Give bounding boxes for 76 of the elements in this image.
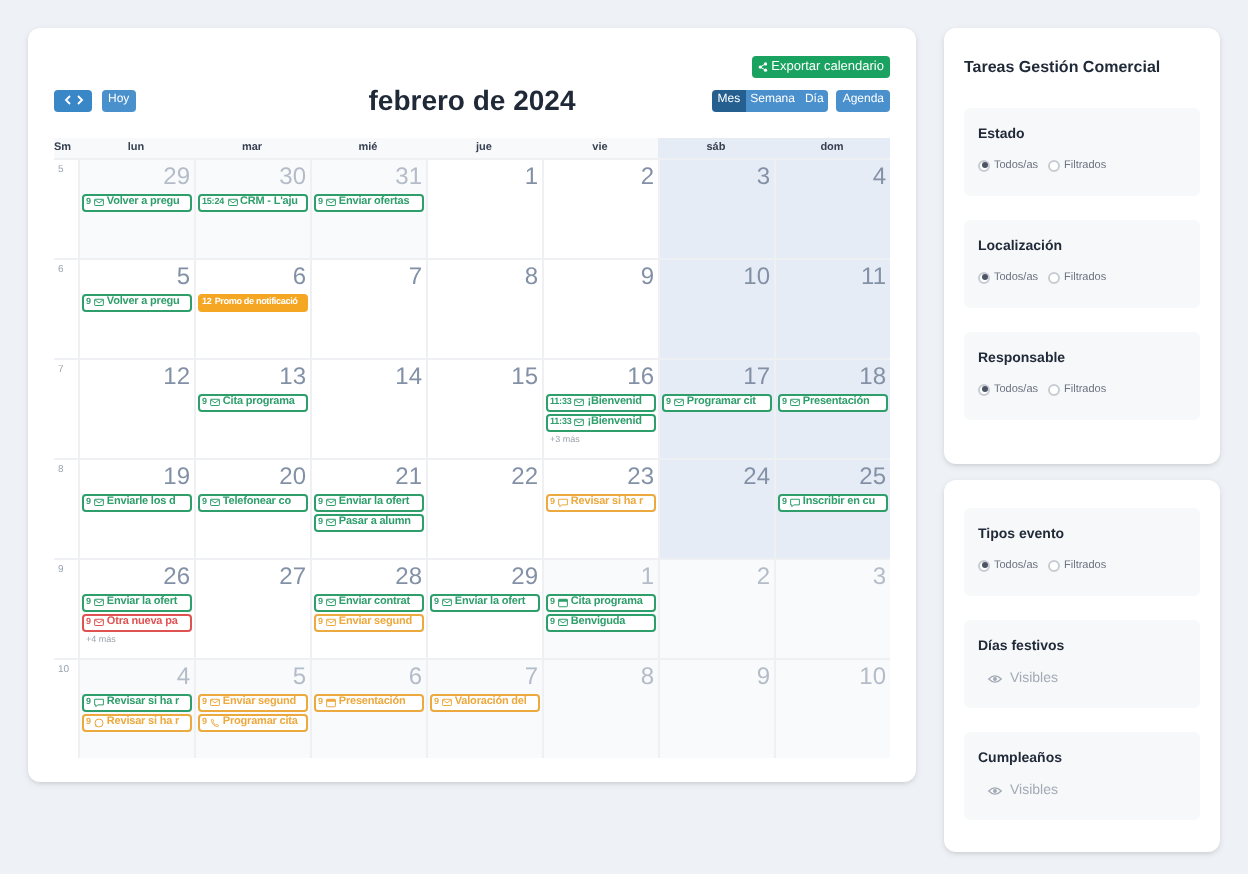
day-number[interactable]: 29 (80, 160, 194, 190)
envelope-icon (93, 198, 104, 208)
calendar-icon (325, 698, 336, 708)
speech-bubble-icon (93, 698, 104, 708)
envelope-icon (325, 498, 336, 508)
calendar-icon (557, 598, 568, 608)
envelope-icon (574, 418, 585, 428)
envelope-icon (93, 618, 104, 628)
envelope-icon (93, 498, 104, 508)
radio-button[interactable] (978, 159, 990, 172)
envelope-icon (557, 618, 568, 628)
day-number[interactable]: 17 (660, 360, 774, 390)
day-number[interactable]: 19 (80, 460, 194, 490)
day-number[interactable]: 25 (776, 460, 890, 490)
envelope-icon (209, 698, 220, 708)
chat-circle-icon (93, 718, 104, 728)
share-icon (757, 62, 768, 72)
envelope-icon (673, 398, 684, 408)
day-number[interactable]: 21 (312, 460, 426, 490)
panel-title: Tareas Gestión Comercial (964, 56, 1163, 80)
day-number[interactable]: 5 (80, 260, 194, 290)
day-number[interactable]: 15 (428, 360, 542, 390)
day-number[interactable]: 14 (312, 360, 426, 390)
day-number[interactable]: 26 (80, 560, 194, 590)
envelope-icon (209, 498, 220, 508)
chevron-left-icon[interactable] (63, 94, 71, 106)
phone-icon (209, 718, 220, 728)
chevron-right-icon[interactable] (75, 94, 83, 106)
envelope-icon (227, 198, 238, 208)
day-number[interactable]: 2 (544, 160, 658, 190)
radio-button[interactable] (978, 271, 990, 284)
day-number[interactable]: 7 (312, 260, 426, 290)
envelope-icon (325, 198, 336, 208)
envelope-icon (93, 598, 104, 608)
day-number[interactable]: 7 (428, 660, 542, 690)
day-number[interactable]: 28 (312, 560, 426, 590)
speech-bubble-icon (557, 498, 568, 508)
day-number[interactable]: 31 (312, 160, 426, 190)
day-number[interactable]: 9 (544, 260, 658, 290)
radio-button[interactable] (1048, 271, 1061, 284)
envelope-icon (209, 398, 220, 408)
day-number[interactable]: 23 (544, 460, 658, 490)
day-number[interactable]: 29 (428, 560, 542, 590)
envelope-icon (441, 598, 452, 608)
day-number[interactable]: 22 (428, 460, 542, 490)
envelope-icon (574, 398, 585, 408)
speech-bubble-icon (789, 498, 800, 508)
day-number[interactable]: 5 (196, 660, 310, 690)
day-number[interactable]: 27 (196, 560, 310, 590)
eye-icon (988, 674, 1002, 685)
day-number[interactable]: 6 (312, 660, 426, 690)
day-number[interactable]: 6 (196, 260, 310, 290)
month-title: febrero de 2024 (368, 86, 576, 114)
envelope-icon (441, 698, 452, 708)
day-number[interactable]: 4 (80, 660, 194, 690)
radio-button[interactable] (1048, 159, 1061, 172)
day-number[interactable]: 18 (776, 360, 890, 390)
envelope-icon (325, 598, 336, 608)
day-number[interactable]: 12 (80, 360, 194, 390)
envelope-icon (325, 618, 336, 628)
day-number[interactable]: 30 (196, 160, 310, 190)
radio-button[interactable] (1048, 559, 1061, 572)
radio-button[interactable] (978, 559, 990, 572)
prev-next-buttons[interactable] (54, 89, 92, 111)
day-number[interactable]: 1 (544, 560, 658, 590)
day-number[interactable]: 13 (196, 360, 310, 390)
radio-button[interactable] (978, 383, 990, 396)
envelope-icon (325, 518, 336, 528)
day-number[interactable]: 20 (196, 460, 310, 490)
day-number[interactable]: 8 (428, 260, 542, 290)
eye-icon (988, 786, 1002, 797)
radio-button[interactable] (1048, 383, 1061, 396)
day-number[interactable]: 16 (544, 360, 658, 390)
day-number[interactable]: 1 (428, 160, 542, 190)
envelope-icon (93, 298, 104, 308)
envelope-icon (789, 398, 800, 408)
